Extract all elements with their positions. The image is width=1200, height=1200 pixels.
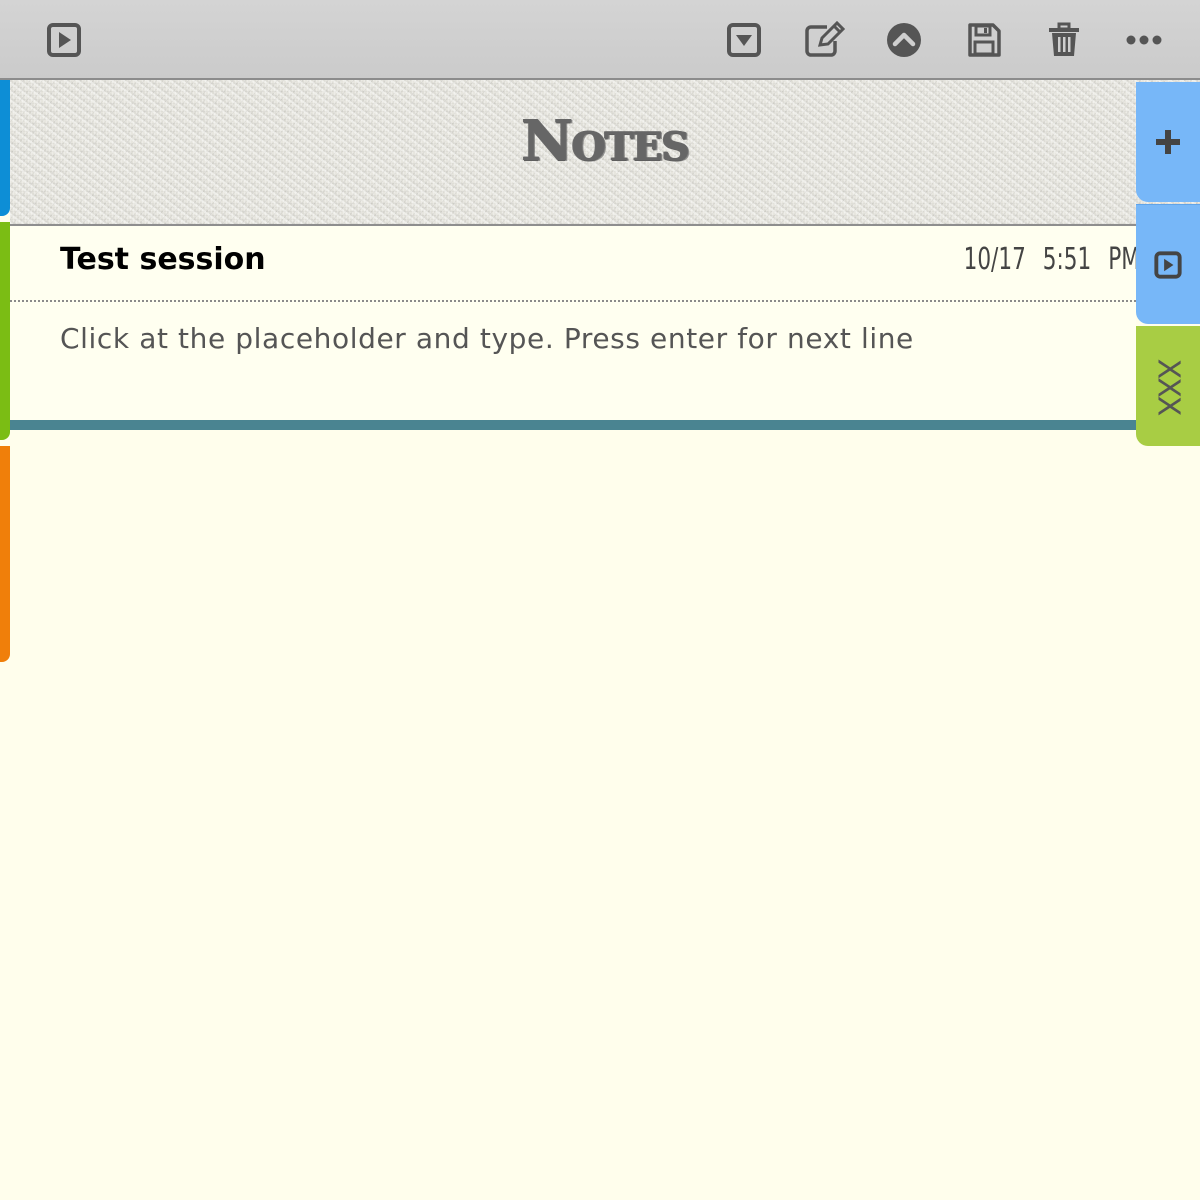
left-tab-orange[interactable] (0, 446, 10, 662)
edit-button[interactable] (802, 18, 846, 62)
play-tab[interactable] (1136, 204, 1200, 324)
edit-icon (805, 21, 845, 57)
note-timestamp: 10/17 5:51 PM (964, 242, 1140, 277)
move-up-button[interactable] (882, 18, 926, 62)
more-horizontal-icon (1126, 35, 1162, 45)
save-button[interactable] (962, 18, 1006, 62)
notes-header: Notes (10, 80, 1200, 226)
note-date: 10/17 (963, 242, 1026, 277)
play-button[interactable] (42, 18, 86, 62)
chevron-up-circle-icon (887, 23, 921, 57)
note-card[interactable]: Test session 10/17 5:51 PM Click at the … (10, 226, 1140, 420)
toolbar (0, 0, 1200, 80)
add-note-tab[interactable] (1136, 82, 1200, 202)
play-square-icon (1154, 250, 1182, 279)
note-divider (10, 300, 1136, 302)
plus-icon (1156, 130, 1180, 154)
collapse-button[interactable] (722, 18, 766, 62)
left-tab-green[interactable] (0, 222, 10, 440)
trash-icon (1049, 22, 1079, 56)
xxx-tab[interactable]: XXX (1136, 326, 1200, 446)
xxx-tab-label: XXX (1150, 358, 1186, 414)
caret-down-square-icon (727, 23, 761, 57)
note-bottom-bar (10, 420, 1200, 430)
play-square-icon (47, 23, 81, 57)
note-time: 5:51 PM (1042, 242, 1140, 277)
delete-button[interactable] (1042, 18, 1086, 62)
more-button[interactable] (1122, 18, 1166, 62)
save-icon (968, 23, 1001, 57)
note-body-text[interactable]: Click at the placeholder and type. Press… (60, 322, 914, 355)
note-title[interactable]: Test session (60, 242, 266, 277)
page-title: Notes (521, 108, 689, 174)
